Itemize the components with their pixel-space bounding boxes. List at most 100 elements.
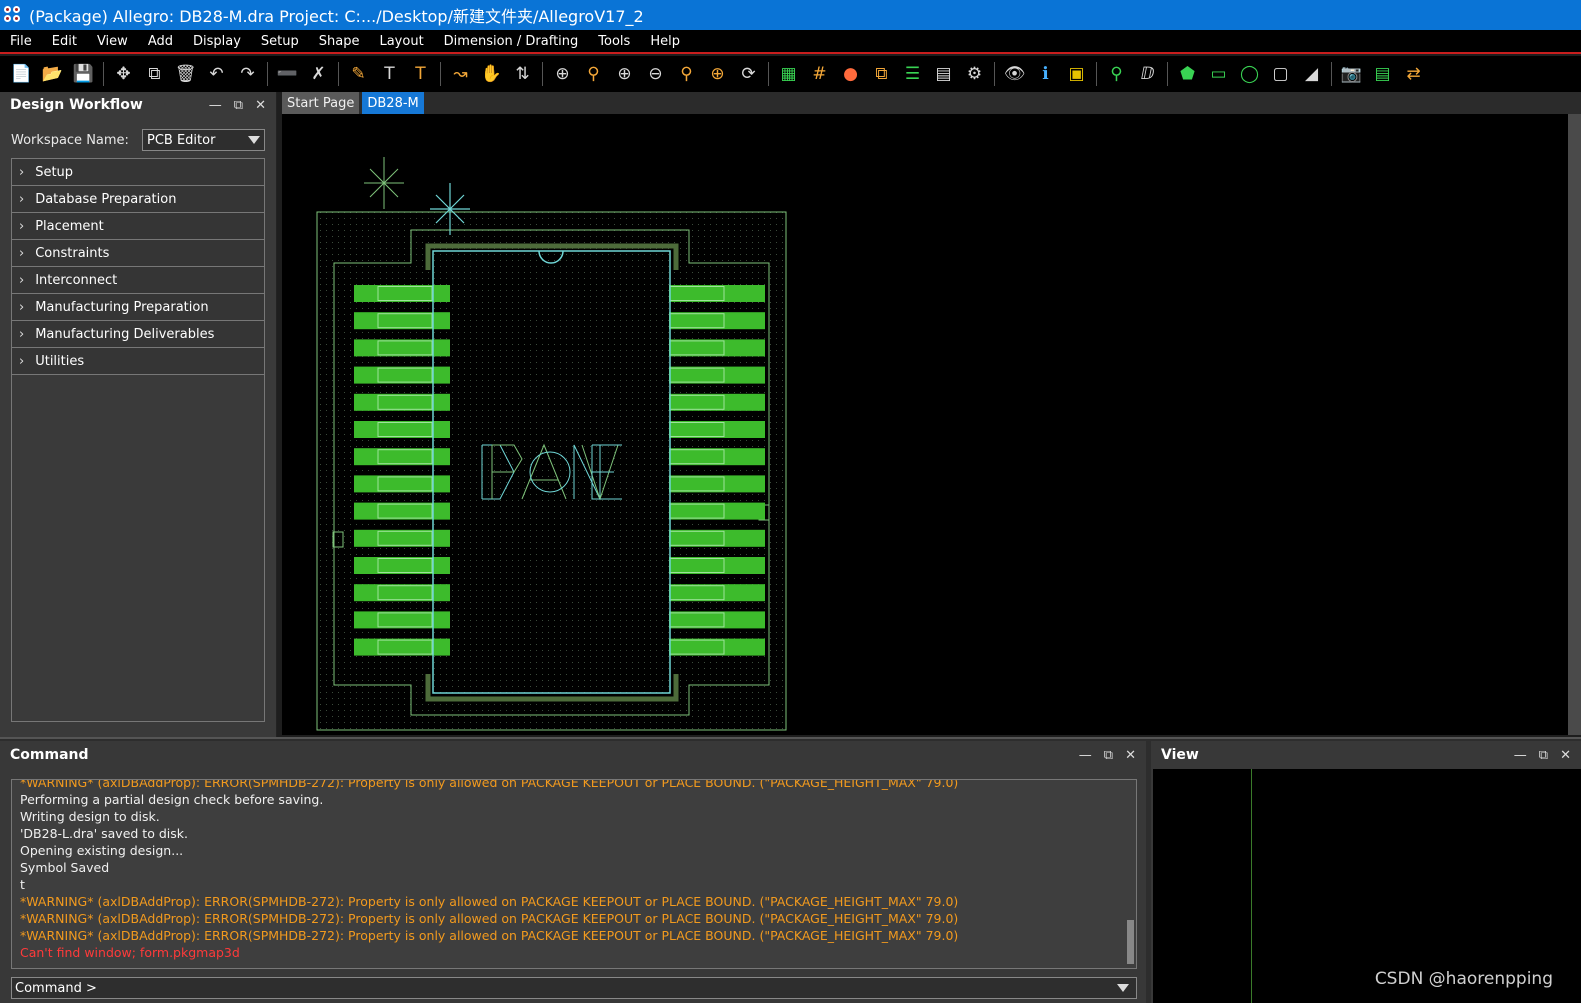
right-pad[interactable]: [669, 638, 765, 656]
pin-icon[interactable]: ➖: [274, 61, 301, 88]
canvas-scrollbar[interactable]: [1568, 114, 1581, 735]
undo-icon[interactable]: ↶: [203, 61, 230, 88]
slide-icon[interactable]: ✋: [478, 61, 505, 88]
delete-icon[interactable]: 🗑: [172, 61, 199, 88]
new-icon[interactable]: 📄: [8, 61, 35, 88]
zoom-world-icon[interactable]: ⚲: [673, 61, 700, 88]
spread-icon[interactable]: ⇅: [509, 61, 536, 88]
rect-icon[interactable]: ▭: [1205, 61, 1232, 88]
restore-icon[interactable]: ⧉: [1104, 748, 1113, 763]
text-edit-icon[interactable]: T: [407, 61, 434, 88]
workflow-item-constraints[interactable]: › Constraints: [12, 240, 264, 267]
copy-icon[interactable]: ⧉: [141, 61, 168, 88]
right-pad[interactable]: [669, 339, 765, 357]
right-pad[interactable]: [669, 285, 765, 302]
workflow-item-database-preparation[interactable]: › Database Preparation: [12, 186, 264, 213]
move-icon[interactable]: ✥: [110, 61, 137, 88]
right-pad[interactable]: [669, 557, 765, 574]
chevron-down-icon[interactable]: [1117, 984, 1129, 992]
workflow-item-manufacturing-deliverables[interactable]: › Manufacturing Deliverables: [12, 321, 264, 348]
unpin-icon[interactable]: ✗: [305, 61, 332, 88]
left-pad[interactable]: [354, 584, 450, 602]
restore-icon[interactable]: ⧉: [1539, 748, 1548, 763]
left-pad[interactable]: [354, 312, 450, 330]
menu-shape[interactable]: Shape: [319, 34, 360, 49]
add-line-icon[interactable]: ✎: [345, 61, 372, 88]
workflow-item-utilities[interactable]: › Utilities: [12, 348, 264, 375]
close-icon[interactable]: ✕: [1125, 748, 1136, 763]
design-canvas[interactable]: [282, 114, 1568, 735]
minimize-icon[interactable]: —: [1514, 748, 1527, 763]
right-pad[interactable]: [669, 584, 765, 602]
menu-add[interactable]: Add: [148, 34, 173, 49]
menu-setup[interactable]: Setup: [261, 34, 299, 49]
minimize-icon[interactable]: —: [1079, 748, 1092, 763]
zoom-box-icon[interactable]: ⚲: [580, 61, 607, 88]
zoom-in-icon[interactable]: ⊕: [611, 61, 638, 88]
report-icon[interactable]: ▤: [930, 61, 957, 88]
swap-icon[interactable]: ⇄: [1400, 61, 1427, 88]
zoom-out-icon[interactable]: ⊖: [642, 61, 669, 88]
right-pad[interactable]: [669, 529, 765, 547]
left-pad[interactable]: [354, 366, 450, 384]
close-icon[interactable]: ✕: [1560, 748, 1571, 763]
workspace-select[interactable]: PCB Editor: [142, 129, 265, 151]
menu-help[interactable]: Help: [650, 34, 680, 49]
left-pad[interactable]: [354, 421, 450, 438]
left-pad[interactable]: [354, 339, 450, 357]
world-view[interactable]: [1153, 769, 1581, 1003]
right-pad[interactable]: [669, 366, 765, 384]
void-icon[interactable]: ▢: [1267, 61, 1294, 88]
command-log[interactable]: *WARNING* (axlDBAddProp): ERROR(SPMHDB-2…: [11, 779, 1137, 969]
left-pad[interactable]: [354, 448, 450, 466]
grid-color-icon[interactable]: ▦: [775, 61, 802, 88]
shape-icon[interactable]: ⬟: [1174, 61, 1201, 88]
left-pad[interactable]: [354, 557, 450, 574]
minimize-icon[interactable]: —: [209, 98, 222, 113]
workflow-item-interconnect[interactable]: › Interconnect: [12, 267, 264, 294]
menu-layout[interactable]: Layout: [379, 34, 423, 49]
tab-start-page[interactable]: Start Page: [282, 92, 360, 114]
right-pad[interactable]: [669, 448, 765, 466]
menu-display[interactable]: Display: [193, 34, 241, 49]
left-pad[interactable]: [354, 611, 450, 629]
right-pad[interactable]: [669, 475, 765, 493]
right-pad[interactable]: [669, 611, 765, 629]
save-icon[interactable]: 💾: [70, 61, 97, 88]
command-input[interactable]: Command >: [11, 977, 1137, 999]
left-pad[interactable]: [354, 638, 450, 656]
workflow-item-manufacturing-preparation[interactable]: › Manufacturing Preparation: [12, 294, 264, 321]
menu-view[interactable]: View: [97, 34, 128, 49]
right-pad[interactable]: [669, 393, 765, 411]
workflow-item-setup[interactable]: › Setup: [12, 159, 264, 186]
right-pad[interactable]: [669, 502, 765, 520]
left-pad[interactable]: [354, 529, 450, 547]
settings-icon[interactable]: ⚙: [961, 61, 988, 88]
camera-icon[interactable]: 📷: [1338, 61, 1365, 88]
add-pin-icon[interactable]: ⚲: [1103, 61, 1130, 88]
circle-icon[interactable]: ◯: [1236, 61, 1263, 88]
menu-edit[interactable]: Edit: [52, 34, 77, 49]
left-pad[interactable]: [354, 475, 450, 493]
connect-icon[interactable]: ↝: [447, 61, 474, 88]
grid-icon[interactable]: #: [806, 61, 833, 88]
menu-file[interactable]: File: [10, 34, 32, 49]
stack-icon[interactable]: ☰: [899, 61, 926, 88]
left-pad[interactable]: [354, 502, 450, 520]
text-icon[interactable]: T: [376, 61, 403, 88]
color-icon[interactable]: ●: [837, 61, 864, 88]
restore-icon[interactable]: ⧉: [234, 98, 243, 113]
visibility-icon[interactable]: 👁: [1001, 61, 1028, 88]
merge-icon[interactable]: ◢: [1298, 61, 1325, 88]
dimension-icon[interactable]: ⅅ: [1134, 61, 1161, 88]
right-pad[interactable]: [669, 421, 765, 438]
left-pad[interactable]: [354, 393, 450, 411]
menu-dimension-drafting[interactable]: Dimension / Drafting: [444, 34, 579, 49]
menu-tools[interactable]: Tools: [598, 34, 630, 49]
redraw-icon[interactable]: ⟳: [735, 61, 762, 88]
3d-view-icon[interactable]: ▣: [1063, 61, 1090, 88]
redo-icon[interactable]: ↷: [234, 61, 261, 88]
workflow-item-placement[interactable]: › Placement: [12, 213, 264, 240]
zoom-fit-icon[interactable]: ⊕: [549, 61, 576, 88]
zoom-center-icon[interactable]: ⊕: [704, 61, 731, 88]
